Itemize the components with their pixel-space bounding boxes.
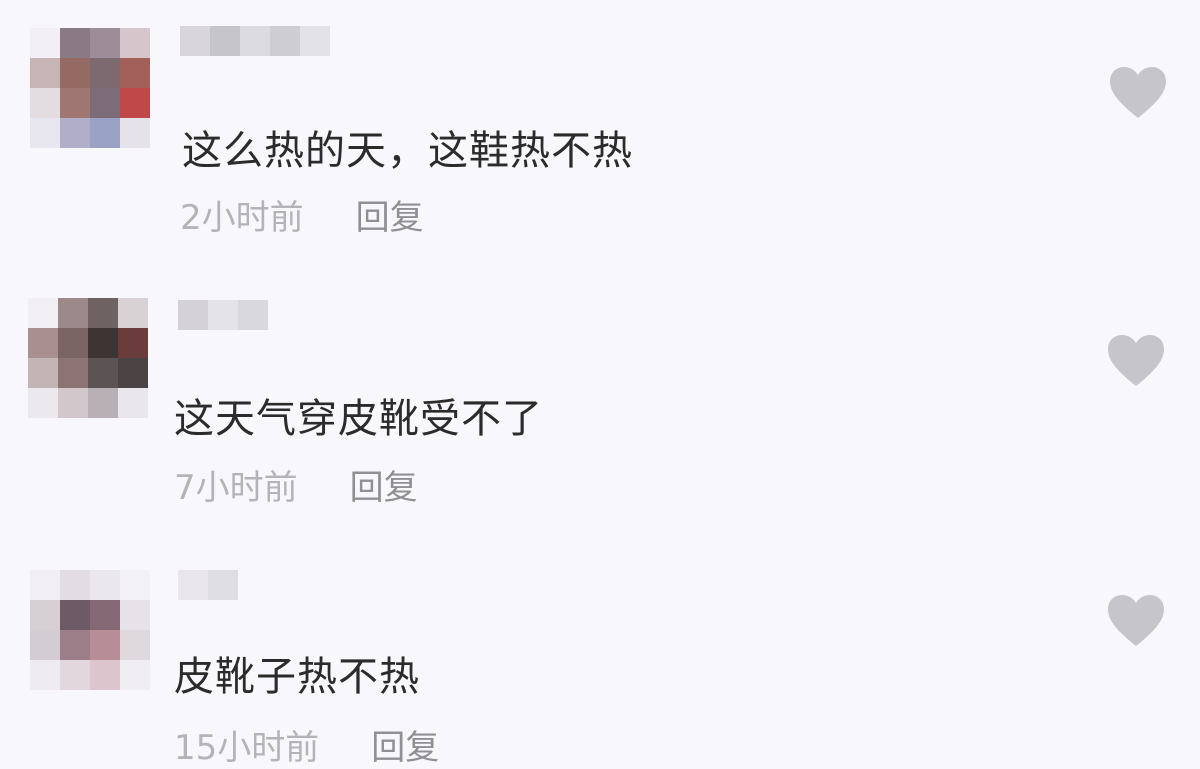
- avatar-pixel: [60, 630, 90, 660]
- avatar-pixel: [90, 660, 120, 690]
- comment-time: 15小时前: [174, 728, 320, 768]
- avatar-pixel: [60, 660, 90, 690]
- avatar-pixel: [28, 388, 58, 418]
- avatar-pixel: [90, 630, 120, 660]
- comment-text: 这天气穿皮靴受不了: [174, 396, 543, 442]
- avatar-pixel: [58, 358, 88, 388]
- comment-time: 2小时前: [180, 198, 304, 238]
- avatar-pixel: [120, 88, 150, 118]
- username-pixel: [208, 570, 238, 600]
- username[interactable]: [178, 570, 238, 600]
- avatar-pixel: [28, 328, 58, 358]
- avatar-pixel: [60, 88, 90, 118]
- avatar-pixel: [88, 388, 118, 418]
- avatar-pixel: [90, 570, 120, 600]
- reply-button[interactable]: 回复: [350, 460, 418, 509]
- reply-button[interactable]: 回复: [356, 190, 424, 239]
- avatar-pixel: [90, 58, 120, 88]
- avatar-pixel: [28, 358, 58, 388]
- avatar-pixel: [58, 388, 88, 418]
- comment-meta: 7小时前 回复: [174, 460, 418, 509]
- heart-icon[interactable]: [1108, 66, 1168, 120]
- avatar-pixel: [88, 358, 118, 388]
- username-pixel: [208, 300, 238, 330]
- avatar[interactable]: [28, 298, 148, 418]
- avatar-pixel: [30, 660, 60, 690]
- comment-meta: 2小时前 回复: [180, 190, 424, 239]
- username[interactable]: [180, 26, 330, 56]
- heart-icon[interactable]: [1106, 594, 1166, 648]
- avatar-pixel: [120, 570, 150, 600]
- username-pixel: [178, 300, 208, 330]
- username-pixel: [238, 300, 268, 330]
- username-pixel: [180, 26, 210, 56]
- avatar-pixel: [90, 28, 120, 58]
- avatar-pixel: [30, 570, 60, 600]
- avatar-pixel: [30, 28, 60, 58]
- comment-text: 皮靴子热不热: [174, 654, 420, 700]
- comment-list: 这么热的天，这鞋热不热 2小时前 回复 这天气穿皮靴受不了 7小时前 回复 皮靴…: [0, 0, 1200, 769]
- avatar-pixel: [60, 28, 90, 58]
- avatar-pixel: [58, 328, 88, 358]
- username-pixel: [210, 26, 240, 56]
- avatar-pixel: [120, 28, 150, 58]
- avatar-pixel: [88, 328, 118, 358]
- avatar-pixel: [90, 88, 120, 118]
- username-pixel: [270, 26, 300, 56]
- avatar-pixel: [30, 600, 60, 630]
- avatar-pixel: [30, 118, 60, 148]
- comment-meta: 15小时前 回复: [174, 720, 439, 769]
- avatar-pixel: [90, 118, 120, 148]
- avatar-pixel: [60, 58, 90, 88]
- avatar-pixel: [60, 570, 90, 600]
- avatar-pixel: [30, 58, 60, 88]
- username-pixel: [178, 570, 208, 600]
- avatar-pixel: [60, 600, 90, 630]
- username[interactable]: [178, 300, 268, 330]
- avatar-pixel: [118, 358, 148, 388]
- reply-button[interactable]: 回复: [371, 720, 439, 769]
- avatar-pixel: [120, 630, 150, 660]
- heart-icon[interactable]: [1106, 334, 1166, 388]
- avatar-pixel: [118, 328, 148, 358]
- avatar-pixel: [120, 118, 150, 148]
- username-pixel: [300, 26, 330, 56]
- avatar-pixel: [28, 298, 58, 328]
- avatar-pixel: [90, 600, 120, 630]
- username-pixel: [240, 26, 270, 56]
- avatar-pixel: [30, 88, 60, 118]
- avatar[interactable]: [30, 570, 150, 690]
- avatar-pixel: [30, 630, 60, 660]
- avatar-pixel: [120, 600, 150, 630]
- comment-text: 这么热的天，这鞋热不热: [182, 128, 633, 174]
- avatar-pixel: [118, 388, 148, 418]
- avatar-pixel: [120, 660, 150, 690]
- avatar-pixel: [88, 298, 118, 328]
- avatar[interactable]: [30, 28, 150, 148]
- comment-time: 7小时前: [174, 468, 298, 508]
- avatar-pixel: [120, 58, 150, 88]
- avatar-pixel: [58, 298, 88, 328]
- avatar-pixel: [118, 298, 148, 328]
- avatar-pixel: [60, 118, 90, 148]
